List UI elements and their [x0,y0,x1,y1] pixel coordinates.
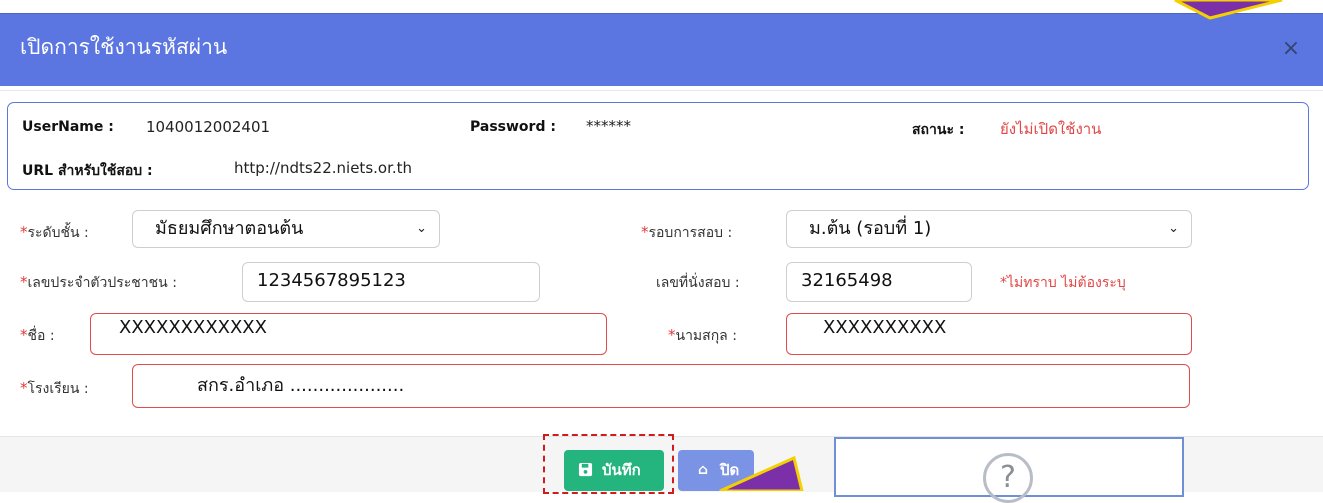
required-mark: * [20,223,28,241]
dialog-title: เปิดการใช้งานรหัสผ่าน [20,35,228,59]
round-select[interactable]: ม.ต้น (รอบที่ 1) ⌄ [786,210,1192,248]
divider [0,90,1323,91]
help-panel: ? [834,437,1184,503]
password-value: ****** [586,117,631,135]
required-mark: * [20,379,28,397]
lastname-label-group: *นามสกุล : [668,325,737,347]
school-label-group: *โรงเรียน : [20,378,89,400]
school-label: โรงเรียน : [27,381,89,397]
save-button-label: บันทึก [602,461,641,479]
lastname-label: นามสกุล : [675,328,737,344]
citizen-id-input[interactable]: 1234567895123 [242,262,540,302]
school-input[interactable]: สกร.อำเภอ .................... [132,364,1190,408]
url-value: http://ndts22.niets.or.th [234,159,413,177]
username-value: 1040012002401 [146,118,271,136]
chevron-down-icon: ⌄ [416,221,427,236]
firstname-input[interactable]: XXXXXXXXXXXX [90,313,607,355]
lastname-input[interactable]: XXXXXXXXXX [786,313,1192,355]
seat-label: เลขที่นั่งสอบ : [656,275,740,291]
firstname-label-group: *ชื่อ : [20,325,55,347]
annotation-arrow-icon [719,455,804,491]
password-label: Password : [470,119,556,135]
account-info-box [7,102,1309,190]
status-value: ยังไม่เปิดใช้งาน [1000,120,1102,138]
level-label-group: *ระดับชั้น : [20,222,89,244]
level-label: ระดับชั้น : [27,225,89,241]
save-button[interactable]: บันทึก [564,450,664,491]
chevron-down-icon: ⌄ [1168,221,1179,236]
username-label: UserName : [22,119,114,135]
seat-hint: *ไม่ทราบ ไม่ต้องระบุ [1000,275,1126,291]
annotation-arrow-icon [1174,0,1283,20]
required-mark: * [668,326,676,344]
required-mark: * [20,273,28,291]
round-label-group: *รอบการสอบ : [641,222,732,244]
save-icon [578,450,593,491]
firstname-label: ชื่อ : [27,328,55,344]
citizen-label: เลขประจำตัวประชาชน : [27,275,177,291]
level-select-value: มัธยมศึกษาตอนต้น [155,218,304,239]
question-icon[interactable]: ? [983,453,1033,503]
seat-number-input[interactable]: 32165498 [786,262,972,302]
required-mark: * [641,223,649,241]
required-mark: * [20,326,28,344]
round-label: รอบการสอบ : [648,225,733,241]
url-label: URL สำหรับใช้สอบ : [22,163,153,179]
status-label: สถานะ : [912,122,965,138]
citizen-label-group: *เลขประจำตัวประชาชน : [20,272,177,294]
round-select-value: ม.ต้น (รอบที่ 1) [809,218,932,239]
level-select[interactable]: มัธยมศึกษาตอนต้น ⌄ [132,210,440,248]
